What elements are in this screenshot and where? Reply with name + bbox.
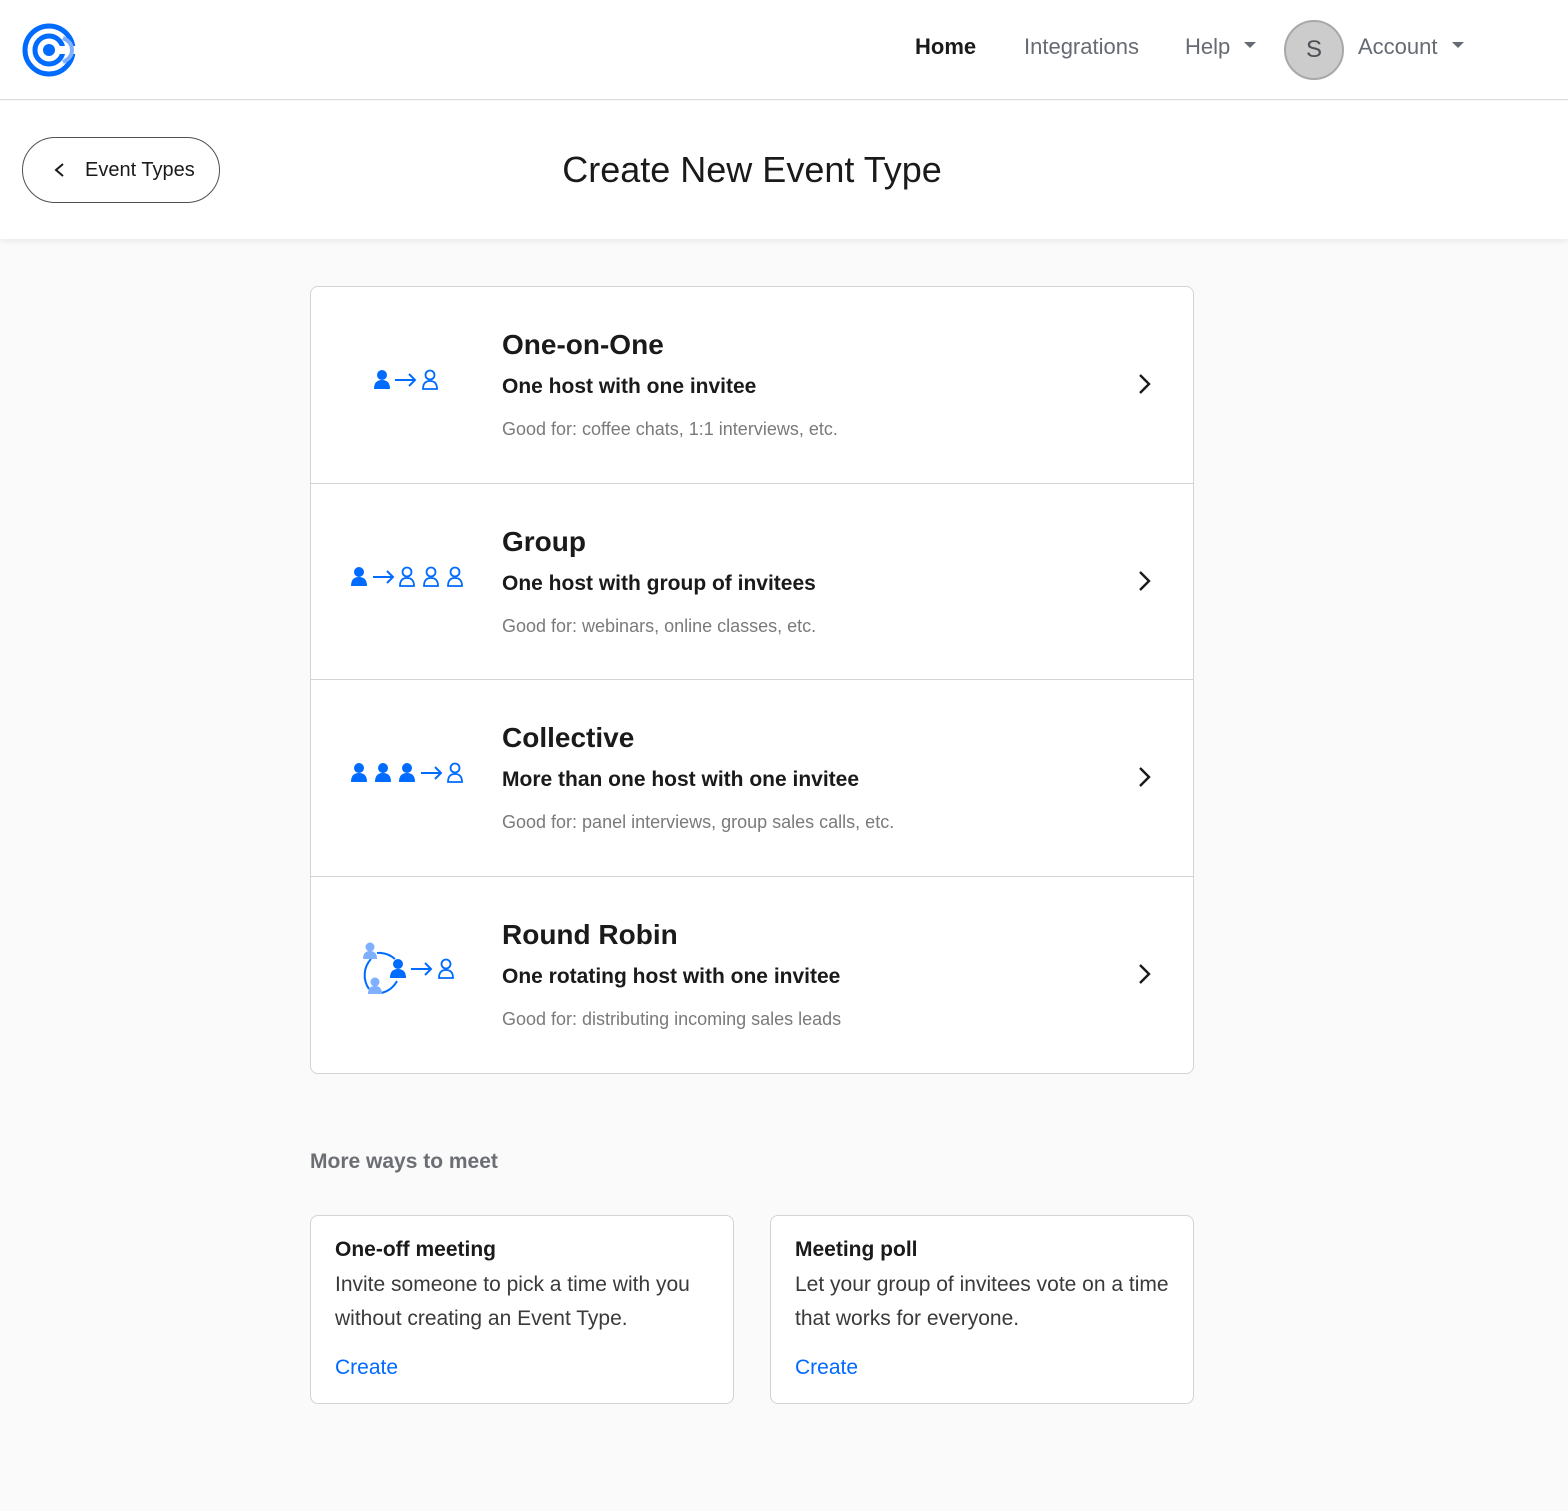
event-type-list: One-on-One One host with one invitee Goo… bbox=[310, 286, 1194, 1074]
event-type-subtitle: More than one host with one invitee bbox=[502, 768, 860, 791]
event-type-round-robin[interactable]: Round Robin One rotating host with one i… bbox=[311, 877, 1193, 1074]
event-type-one-on-one[interactable]: One-on-One One host with one invitee Goo… bbox=[311, 287, 1193, 484]
avatar-initial: S bbox=[1305, 36, 1322, 63]
card-description: Let your group of invitees vote on a tim… bbox=[795, 1273, 1169, 1330]
caret-down-icon bbox=[1244, 42, 1257, 49]
avatar[interactable]: S bbox=[1284, 20, 1344, 80]
nav-links: Home Integrations Help S Account bbox=[0, 0, 1568, 100]
nav-account-label: Account bbox=[1358, 34, 1438, 59]
create-one-off-meeting-link[interactable]: Create bbox=[335, 1356, 398, 1380]
event-type-title: Group bbox=[502, 525, 586, 557]
nav-account[interactable]: Account bbox=[1358, 34, 1464, 60]
nav-help[interactable]: Help bbox=[1185, 34, 1257, 60]
more-ways-heading: More ways to meet bbox=[310, 1150, 498, 1173]
chevron-right-icon bbox=[1139, 374, 1151, 394]
top-nav: Home Integrations Help S Account bbox=[0, 0, 1568, 100]
one-on-one-icon bbox=[374, 369, 438, 390]
caret-down-icon bbox=[1451, 42, 1464, 49]
group-icon bbox=[351, 566, 463, 587]
event-type-title: Round Robin bbox=[502, 918, 678, 950]
event-type-subtitle: One rotating host with one invitee bbox=[502, 964, 841, 988]
event-type-good-for: Good for: panel interviews, group sales … bbox=[502, 812, 895, 832]
page-header: Event Types Create New Event Type bbox=[0, 101, 1568, 239]
nav-help-label: Help bbox=[1185, 34, 1231, 59]
collective-icon bbox=[351, 762, 463, 783]
meeting-poll-card: Meeting poll Let your group of invitees … bbox=[770, 1215, 1194, 1404]
card-description: Invite someone to pick a time with you w… bbox=[335, 1273, 690, 1330]
create-meeting-poll-link[interactable]: Create bbox=[795, 1356, 858, 1380]
chevron-right-icon bbox=[1139, 963, 1151, 984]
page-title: Create New Event Type bbox=[562, 149, 942, 190]
event-type-subtitle: One host with group of invitees bbox=[502, 571, 816, 595]
nav-home[interactable]: Home bbox=[915, 34, 976, 60]
event-type-subtitle: One host with one invitee bbox=[502, 375, 757, 398]
event-type-good-for: Good for: webinars, online classes, etc. bbox=[502, 615, 817, 636]
event-type-group[interactable]: Group One host with group of invitees Go… bbox=[311, 484, 1193, 680]
event-type-title: Collective bbox=[502, 722, 635, 753]
card-title: Meeting poll bbox=[795, 1238, 918, 1261]
event-type-collective[interactable]: Collective More than one host with one i… bbox=[311, 680, 1193, 877]
event-type-good-for: Good for: coffee chats, 1:1 interviews, … bbox=[502, 419, 838, 439]
chevron-right-icon bbox=[1139, 570, 1151, 591]
nav-integrations[interactable]: Integrations bbox=[1024, 34, 1139, 60]
card-title: One-off meeting bbox=[335, 1238, 496, 1261]
one-off-meeting-card: One-off meeting Invite someone to pick a… bbox=[310, 1215, 734, 1404]
event-type-good-for: Good for: distributing incoming sales le… bbox=[502, 1008, 842, 1029]
event-type-title: One-on-One bbox=[502, 329, 664, 360]
chevron-right-icon bbox=[1139, 767, 1151, 787]
round-robin-icon bbox=[363, 942, 454, 994]
